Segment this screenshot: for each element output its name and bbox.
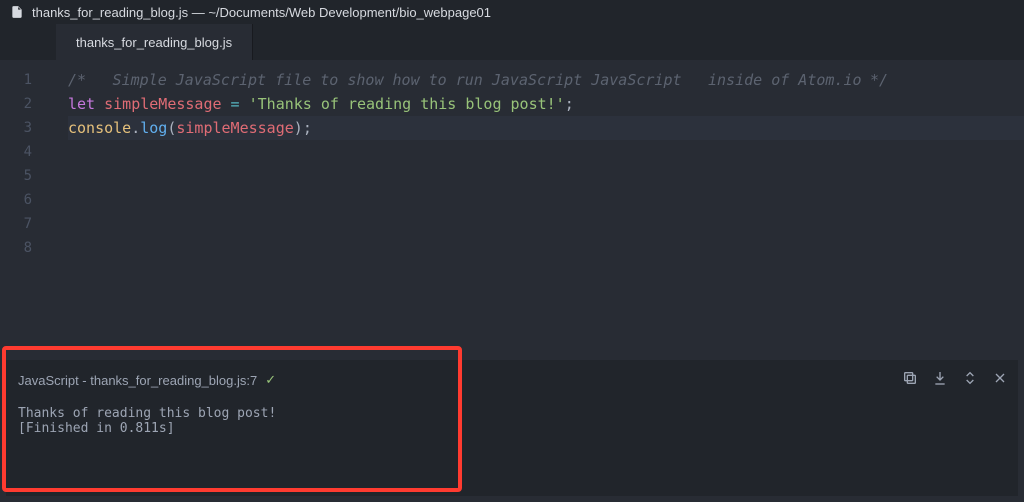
code-editor[interactable]: 1 2 3 4 5 6 7 8 /* Simple JavaScript fil… [0, 60, 1024, 360]
line-number: 6 [0, 188, 50, 212]
line-number: 2 [0, 92, 50, 116]
download-icon[interactable] [932, 370, 948, 386]
panel-output: Thanks of reading this blog post! [Finis… [18, 406, 1006, 436]
code-line: let simpleMessage = 'Thanks of reading t… [68, 95, 574, 113]
line-number-gutter: 1 2 3 4 5 6 7 8 [0, 60, 50, 360]
panel-header: JavaScript - thanks_for_reading_blog.js:… [18, 372, 1006, 388]
window-title-bar: thanks_for_reading_blog.js — ~/Documents… [0, 0, 1024, 24]
code-line: inside of Atom.io [690, 71, 862, 89]
tab-label: thanks_for_reading_blog.js [76, 35, 232, 50]
code-line: Simple JavaScript file to show how to ru… [95, 71, 682, 89]
line-number: 3 [0, 116, 50, 140]
tab-active[interactable]: thanks_for_reading_blog.js [56, 24, 253, 60]
copy-icon[interactable] [902, 370, 918, 386]
file-icon [10, 5, 24, 19]
line-number: 1 [0, 68, 50, 92]
tab-bar: thanks_for_reading_blog.js [0, 24, 1024, 60]
close-icon[interactable] [992, 370, 1008, 386]
panel-actions [902, 370, 1008, 386]
line-number: 4 [0, 140, 50, 164]
collapse-icon[interactable] [962, 370, 978, 386]
code-line-active: console.log(simpleMessage); [68, 116, 1024, 140]
line-number: 8 [0, 236, 50, 260]
script-output-panel: JavaScript - thanks_for_reading_blog.js:… [6, 360, 1018, 496]
window-title: thanks_for_reading_blog.js — ~/Documents… [32, 5, 491, 20]
panel-title: JavaScript - thanks_for_reading_blog.js:… [18, 373, 257, 388]
line-number: 5 [0, 164, 50, 188]
code-line: */ [870, 71, 888, 89]
code-line: /* [68, 71, 86, 89]
code-area[interactable]: /* Simple JavaScript file to show how to… [50, 60, 1024, 360]
success-check-icon: ✓ [265, 372, 276, 388]
line-number: 7 [0, 212, 50, 236]
